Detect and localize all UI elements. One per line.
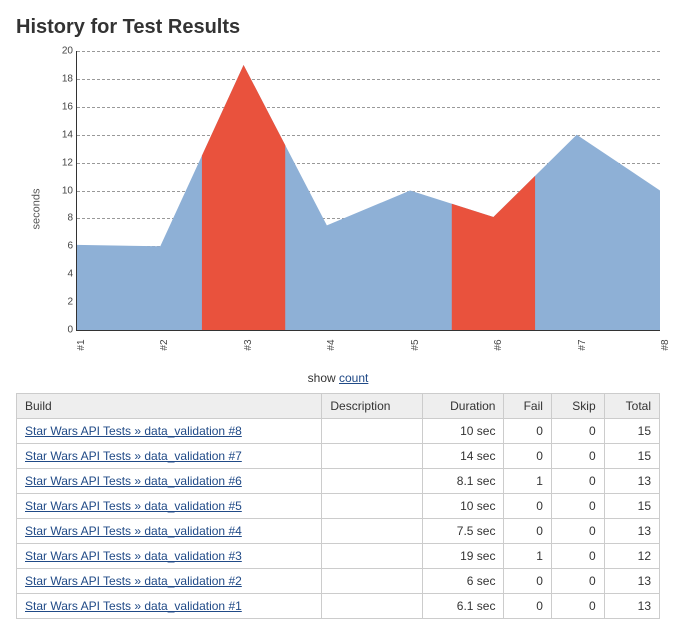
cell-fail: 1: [504, 544, 551, 569]
cell-total: 15: [604, 494, 659, 519]
cell-fail: 0: [504, 569, 551, 594]
area-fail: [202, 65, 285, 330]
cell-total: 15: [604, 444, 659, 469]
cell-duration: 7.5 sec: [423, 519, 504, 544]
table-row: Star Wars API Tests » data_validation #6…: [17, 469, 660, 494]
history-table: Build Description Duration Fail Skip Tot…: [16, 393, 660, 619]
cell-skip: 0: [551, 569, 604, 594]
table-row: Star Wars API Tests » data_validation #1…: [17, 594, 660, 619]
cell-total: 13: [604, 569, 659, 594]
cell-skip: 0: [551, 419, 604, 444]
cell-description: [322, 444, 423, 469]
cell-total: 12: [604, 544, 659, 569]
build-link[interactable]: Star Wars API Tests » data_validation #6: [25, 474, 242, 488]
x-tick: #6: [493, 339, 504, 350]
cell-duration: 14 sec: [423, 444, 504, 469]
table-row: Star Wars API Tests » data_validation #7…: [17, 444, 660, 469]
x-tick: #3: [243, 339, 254, 350]
cell-fail: 0: [504, 594, 551, 619]
area-all: [77, 65, 660, 330]
cell-duration: 6 sec: [423, 569, 504, 594]
y-tick: 6: [51, 241, 73, 252]
y-tick: 10: [51, 185, 73, 196]
x-tick: #2: [159, 339, 170, 350]
cell-description: [322, 594, 423, 619]
cell-description: [322, 494, 423, 519]
cell-skip: 0: [551, 519, 604, 544]
col-total: Total: [604, 394, 659, 419]
cell-duration: 6.1 sec: [423, 594, 504, 619]
cell-skip: 0: [551, 469, 604, 494]
x-axis-ticks: #1#2#3#4#5#6#7#8: [76, 331, 660, 349]
col-description: Description: [322, 394, 423, 419]
cell-fail: 0: [504, 444, 551, 469]
toggle-prefix: show: [308, 371, 339, 385]
x-tick: #1: [76, 339, 87, 350]
cell-duration: 19 sec: [423, 544, 504, 569]
table-row: Star Wars API Tests » data_validation #5…: [17, 494, 660, 519]
cell-description: [322, 544, 423, 569]
x-tick: #7: [577, 339, 588, 350]
chart-container: seconds 02468101214161820 #1 #2 #3 #4 #5 #6 #7…: [16, 51, 660, 367]
y-tick: 4: [51, 269, 73, 280]
col-build: Build: [17, 394, 322, 419]
cell-skip: 0: [551, 544, 604, 569]
build-link[interactable]: Star Wars API Tests » data_validation #7: [25, 449, 242, 463]
col-duration: Duration: [423, 394, 504, 419]
cell-duration: 10 sec: [423, 494, 504, 519]
y-tick: 12: [51, 157, 73, 168]
toggle-count-link[interactable]: count: [339, 371, 368, 385]
build-link[interactable]: Star Wars API Tests » data_validation #4: [25, 524, 242, 538]
cell-duration: 8.1 sec: [423, 469, 504, 494]
cell-description: [322, 419, 423, 444]
y-tick: 8: [51, 213, 73, 224]
x-tick: #4: [326, 339, 337, 350]
y-tick: 14: [51, 129, 73, 140]
cell-fail: 0: [504, 494, 551, 519]
area-chart: [77, 51, 660, 330]
cell-total: 15: [604, 419, 659, 444]
toggle-line: show count: [16, 371, 660, 385]
cell-fail: 0: [504, 519, 551, 544]
cell-skip: 0: [551, 444, 604, 469]
area-fail: [452, 176, 535, 330]
col-fail: Fail: [504, 394, 551, 419]
build-link[interactable]: Star Wars API Tests » data_validation #1: [25, 599, 242, 613]
cell-duration: 10 sec: [423, 419, 504, 444]
x-tick: #8: [660, 339, 671, 350]
plot-area: 02468101214161820: [76, 51, 660, 331]
cell-description: [322, 469, 423, 494]
table-header-row: Build Description Duration Fail Skip Tot…: [17, 394, 660, 419]
table-row: Star Wars API Tests » data_validation #3…: [17, 544, 660, 569]
cell-total: 13: [604, 469, 659, 494]
cell-total: 13: [604, 594, 659, 619]
x-tick: #5: [410, 339, 421, 350]
cell-description: [322, 569, 423, 594]
table-row: Star Wars API Tests » data_validation #4…: [17, 519, 660, 544]
y-tick: 0: [51, 325, 73, 336]
table-row: Star Wars API Tests » data_validation #2…: [17, 569, 660, 594]
y-tick: 20: [51, 46, 73, 57]
cell-description: [322, 519, 423, 544]
build-link[interactable]: Star Wars API Tests » data_validation #5: [25, 499, 242, 513]
y-tick: 16: [51, 101, 73, 112]
cell-total: 13: [604, 519, 659, 544]
cell-skip: 0: [551, 494, 604, 519]
y-tick: 2: [51, 297, 73, 308]
col-skip: Skip: [551, 394, 604, 419]
build-link[interactable]: Star Wars API Tests » data_validation #8: [25, 424, 242, 438]
page-title: History for Test Results: [16, 16, 660, 39]
y-axis-label: seconds: [30, 189, 42, 230]
build-link[interactable]: Star Wars API Tests » data_validation #2: [25, 574, 242, 588]
cell-skip: 0: [551, 594, 604, 619]
cell-fail: 0: [504, 419, 551, 444]
y-tick: 18: [51, 73, 73, 84]
table-row: Star Wars API Tests » data_validation #8…: [17, 419, 660, 444]
cell-fail: 1: [504, 469, 551, 494]
build-link[interactable]: Star Wars API Tests » data_validation #3: [25, 549, 242, 563]
